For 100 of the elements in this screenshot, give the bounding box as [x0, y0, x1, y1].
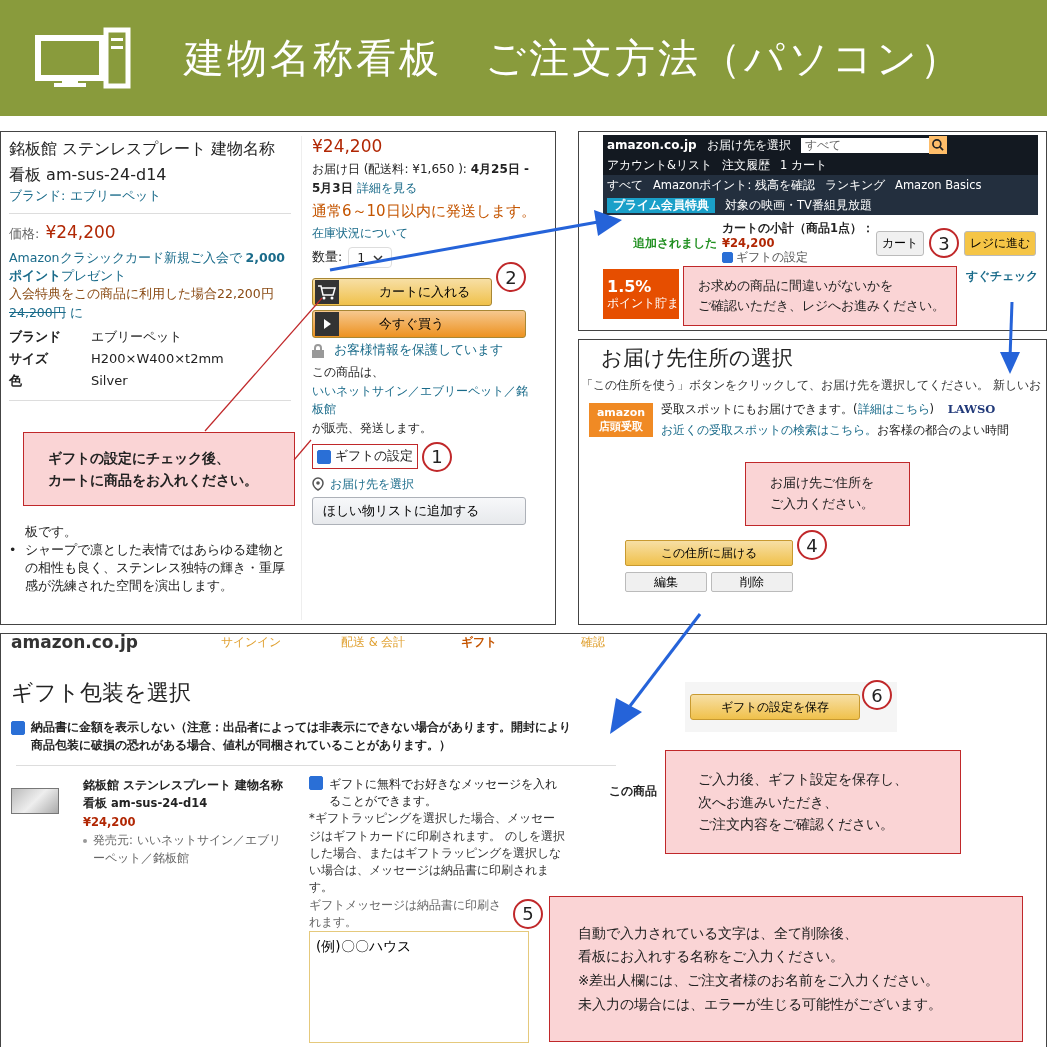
spec-value: H200×W400×t2mm [91, 350, 225, 369]
instruction-callout: 自動で入力されている文字は、全て削除後、 看板にお入れする名称をご入力ください。 ※差出人欄には、ご注文者様のお名前をご入力ください。 未入力の場合には、エラーが生じる可能性がございます。 [549, 896, 1023, 1042]
secure-link[interactable]: お客様情報を保護しています [334, 342, 503, 360]
location-pin-icon [312, 477, 324, 492]
checkout-step: 確認 [581, 634, 701, 650]
product-thumbnail [11, 787, 59, 814]
seller-text: が販売、発送します。 [312, 419, 433, 437]
instruction-callout: お届け先ご住所を ご入力ください。 [745, 462, 910, 526]
gift-checkbox[interactable]: ギフトの設定 [722, 250, 871, 265]
gift-checkbox[interactable]: ギフトの設定 [312, 444, 418, 470]
card-promo-link[interactable]: Amazonクラシックカード新規ご入会で 2,000ポイントプレゼント [9, 249, 291, 286]
buybox-price: ¥24,200 [312, 136, 384, 156]
nav-link[interactable]: ランキング [825, 177, 885, 193]
old-price: 24,200円 [9, 304, 66, 320]
message-note: *ギフトラッピングを選択した場合、メッセージはギフトカードに印刷されます。 のしを選択した場合、またはギフトラッピングを選択しない場合は、メッセージは納品書に印刷されます。 [309, 810, 565, 897]
item-name: 銘板館 ステンレスプレート 建物名称看板 am-sus-24-d14 [83, 776, 283, 813]
store-logo: amazon.co.jp [607, 138, 697, 152]
seller-text: この商品は、 [312, 364, 385, 382]
store-logo: LAWSO [947, 402, 996, 416]
computer-icon [34, 27, 134, 89]
pickup-search-link[interactable]: お近くの受取スポットの検索はこちら。 [661, 422, 877, 437]
quantity-label: 数量: [312, 249, 343, 267]
points-text: ポイント貯ま [607, 296, 679, 311]
product-title: 銘板館 ステンレスプレート 建物名称看板 am-sus-24-d14 [9, 138, 277, 186]
stock-link[interactable]: 在庫状況について [312, 226, 408, 241]
step-number: 2 [496, 262, 526, 293]
pickup-text: お客様の都合のよい時間 [877, 422, 1009, 437]
step-number: 4 [797, 530, 827, 561]
lock-icon [312, 343, 324, 358]
details-link[interactable]: 詳細を見る [356, 180, 417, 195]
feature-text: 板です。 [25, 522, 77, 541]
pickup-text: ) [929, 402, 934, 416]
store-logo: amazon.co.jp [11, 634, 139, 652]
chevron-down-icon [373, 254, 384, 261]
leader-line [293, 439, 312, 461]
step-number: 6 [862, 680, 892, 710]
shipping-note: 通常6～10日以内に発送します。 在庫状況について [312, 201, 537, 243]
checkout-button[interactable]: レジに進む [964, 230, 1036, 256]
gift-message-field[interactable]: (例)〇〇ハウス [309, 931, 529, 1044]
seller-link[interactable]: いいネットサイン／エブリーペット／銘板館 [312, 381, 537, 419]
pickup-text: 受取スポットにもお届けできます。( [661, 402, 858, 416]
video-banner[interactable]: 対象の映画・TV番組見放題 [725, 197, 872, 213]
promo-suffix: に [69, 304, 83, 320]
add-to-cart-button[interactable]: カートに入れる [312, 278, 492, 307]
check-link[interactable]: すぐチェック [966, 269, 1038, 284]
instruction-text: 「この住所を使う」ボタンをクリックして、お届け先を選択してください。 新しいお [581, 378, 1042, 393]
checkout-step: サインイン [221, 634, 341, 650]
step-number: 1 [422, 441, 452, 472]
step-number: 3 [929, 228, 959, 258]
page-title: 建物名称看板 ご注文方法（パソコン） [184, 33, 963, 83]
nav-link[interactable]: Amazonポイント: 残高を確認 [653, 177, 815, 193]
checkout-step: ギフト [461, 634, 581, 650]
added-message: 追加されました [633, 235, 717, 251]
subtotal-label: カートの小計（商品1点）： [722, 221, 871, 236]
promo-benefit: 入会特典をこの商品に利用した場合22,200円 [9, 285, 275, 304]
address-link[interactable]: お届け先を選択 [330, 475, 414, 493]
price: ¥24,200 [45, 222, 116, 243]
pickup-badge: amazon 店頭受取 [589, 402, 653, 437]
checkout-step: 配送 & 会計 [341, 634, 461, 650]
points-rate: 1.5% [607, 277, 653, 296]
delete-button[interactable]: 削除 [711, 572, 793, 593]
step-number: 5 [513, 898, 543, 929]
message-hint: ギフトメッセージは納品書に印刷されます。 [309, 896, 502, 931]
spec-value: エブリーペット [91, 327, 183, 346]
nav-link[interactable]: Amazon Basics [895, 178, 982, 192]
quantity-select[interactable]: 1 [348, 247, 393, 269]
bullet-dot-icon [83, 838, 87, 843]
subtotal: ¥24,200 [722, 236, 776, 250]
orders-link[interactable]: 注文履歴 [721, 157, 770, 173]
deliver-here-button[interactable]: この住所に届ける [625, 540, 793, 567]
message-checkbox[interactable]: ギフトに無料でお好きなメッセージを入れることができます。 [309, 775, 565, 811]
feature-text: シャープで凛とした表情ではあらゆる建物との相性も良く、ステンレス独特の輝き・重厚感が洗練された空間を演出します。 [25, 540, 286, 596]
side-text: この商品 [609, 783, 657, 799]
brand-link[interactable]: ブランド: エブリーペット [9, 188, 161, 204]
instruction-callout: ギフトの設定にチェック後、 カートに商品をお入れください。 [23, 432, 295, 506]
instruction-callout: ご入力後、ギフト設定を保存し、 次へお進みいただき、 ご注文内容をご確認ください。 [665, 750, 961, 854]
search-field[interactable]: すべて [800, 137, 929, 153]
cart-button[interactable]: カート [876, 230, 924, 256]
buy-now-button[interactable]: 今すぐ買う [312, 310, 526, 339]
save-gift-button[interactable]: ギフトの設定を保存 [690, 694, 860, 720]
gift-title: ギフト包装を選択 [11, 679, 191, 707]
spec-value: Silver [91, 372, 129, 391]
search-icon[interactable] [928, 136, 947, 154]
hide-price-checkbox[interactable]: 納品書に金額を表示しない（注意：出品者によっては非表示にできない場合があります。開封により商品包装に破損の恐れがある場合、値札が同梱されていることがあります。） [11, 718, 571, 755]
spec-label: サイズ [9, 349, 50, 368]
item-price: ¥24,200 [83, 813, 137, 831]
wishlist-button[interactable]: ほしい物リストに追加する [312, 496, 526, 525]
item-seller: 発売元: いいネットサイン／エブリーペット／銘板館 [93, 831, 282, 868]
bullet-mark: • [9, 540, 18, 559]
nav-link[interactable]: すべて [607, 177, 643, 193]
cart-link[interactable]: 1 カート [779, 157, 827, 173]
play-icon [315, 312, 339, 337]
price-label: 価格: [9, 225, 40, 244]
details-link[interactable]: 詳細はこちら [857, 402, 930, 416]
deliver-to-link[interactable]: お届け先を選択 [706, 137, 791, 153]
address-title: お届け先住所の選択 [601, 345, 794, 372]
account-link[interactable]: アカウント&リスト [607, 157, 712, 173]
instruction-callout: お求めの商品に間違いがないかを ご確認いただき、レジへお進みください。 [683, 266, 957, 326]
edit-button[interactable]: 編集 [625, 572, 707, 593]
delivery-date: お届け日 (配送料: ¥1,650 ): 4月25日 - 5月3日 詳細を見る [312, 161, 530, 197]
